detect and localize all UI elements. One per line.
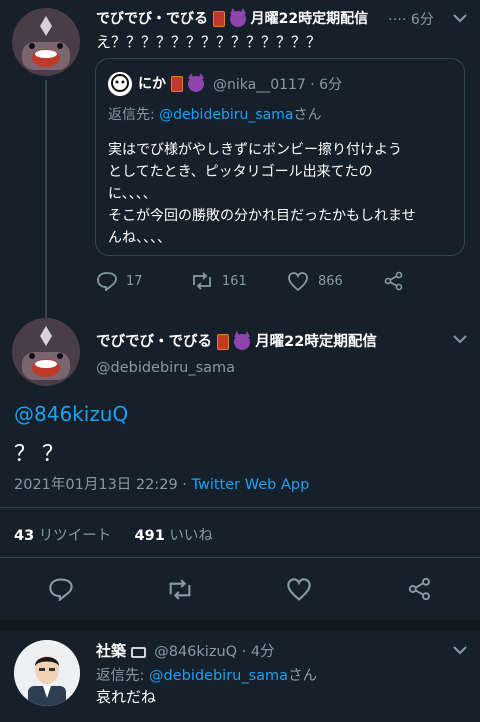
quote-reply-to: 返信先: @debidebiru_samaさん	[108, 104, 321, 124]
thread-line	[45, 80, 47, 320]
reply-to-suffix: さん	[293, 107, 322, 123]
tweet-text: ？？	[14, 442, 71, 467]
ellipsis: …	[388, 8, 402, 24]
quote-author: にか	[138, 73, 204, 93]
retweet-count[interactable]: 43	[14, 528, 34, 544]
heart-icon[interactable]	[287, 272, 309, 292]
quote-line: に、、、、	[108, 186, 157, 202]
author-handle[interactable]: @debidebiru_sama	[96, 360, 235, 376]
retweet-icon[interactable]	[190, 272, 214, 290]
quote-avatar[interactable]	[108, 72, 132, 96]
quote-line: んね、、、、	[108, 230, 171, 246]
reply-icon[interactable]	[96, 271, 118, 291]
tweet-text: え？？？？？？？？？？？？？？	[96, 33, 322, 51]
chevron-down-icon[interactable]	[452, 12, 468, 24]
reply-count: 17	[126, 274, 143, 289]
avatar[interactable]	[14, 640, 80, 706]
badge-icon	[217, 334, 230, 350]
like-count: 866	[318, 274, 343, 289]
chevron-down-icon[interactable]	[452, 333, 468, 345]
author-name: でびでび・でびる	[96, 11, 208, 27]
like-label[interactable]: いいね	[169, 528, 213, 544]
mention-link[interactable]: @846kizuQ	[14, 402, 128, 426]
avatar[interactable]	[12, 318, 80, 386]
retweet-label[interactable]: リツイート	[39, 528, 112, 544]
retweet-count: 161	[222, 274, 247, 289]
heart-icon[interactable]	[286, 578, 312, 602]
chevron-down-icon[interactable]	[452, 644, 468, 656]
reply-to-handle[interactable]: @debidebiru_sama	[149, 668, 288, 684]
tweet-text: 哀れだね	[96, 688, 157, 706]
tweet-timestamp: 2021年01月13日 22:29 · Twitter Web App	[14, 473, 309, 494]
reply-to-prefix: 返信先:	[96, 668, 149, 684]
quote-author-name: にか	[138, 76, 166, 92]
badge-icon	[212, 11, 225, 27]
tweet-time[interactable]: · 6分	[402, 9, 434, 29]
quote-line: としてたとき、ピッタリゴール出来てたの	[108, 164, 373, 180]
quote-line: そこが今回の勝敗の分かれ目だったかもしれませ	[108, 208, 416, 224]
monitor-icon	[130, 646, 146, 658]
share-icon[interactable]	[408, 577, 432, 601]
devil-icon	[229, 8, 246, 27]
divider	[0, 557, 480, 558]
section-divider	[0, 620, 480, 630]
author-name[interactable]: 社築	[96, 642, 126, 660]
handle-time[interactable]: @846kizuQ · 4分	[154, 644, 274, 660]
devil-icon	[234, 331, 251, 350]
source-link[interactable]: Twitter Web App	[192, 477, 310, 493]
share-icon[interactable]	[384, 271, 404, 291]
quoted-tweet[interactable]: にか @nika__0117 · 6分 返信先: @debidebiru_sam…	[95, 58, 465, 256]
reply-to: 返信先: @debidebiru_samaさん	[96, 664, 317, 685]
retweet-icon[interactable]	[166, 579, 194, 600]
reply-to-prefix: 返信先:	[108, 107, 160, 123]
tweet-author[interactable]: でびでび・でびる 月曜22時定期配信	[96, 8, 368, 28]
reply-icon[interactable]	[48, 577, 74, 601]
author-suffix: 月曜22時定期配信	[255, 334, 377, 350]
author-name: でびでび・でびる	[96, 334, 212, 350]
quote-handle: @nika__0117 · 6分	[213, 77, 343, 93]
tweet-stats: 43 リツイート 491 いいね	[14, 524, 213, 545]
reply-header: 社築 @846kizuQ · 4分	[96, 640, 275, 661]
reply-to-suffix: さん	[288, 668, 318, 684]
timestamp-text: 2021年01月13日 22:29 ·	[14, 477, 192, 493]
like-count[interactable]: 491	[135, 528, 165, 544]
devil-icon	[187, 73, 204, 92]
tweet-author[interactable]: でびでび・でびる 月曜22時定期配信	[96, 330, 377, 351]
quote-text: 実はでび様がやしきずにボンビー擦り付けよう としてたとき、ピッタリゴール出来てた…	[108, 139, 460, 249]
divider	[0, 507, 480, 508]
reply-to-handle[interactable]: @debidebiru_sama	[159, 107, 293, 123]
quote-line: 実はでび様がやしきずにボンビー擦り付けよう	[108, 142, 402, 158]
avatar[interactable]	[12, 8, 80, 76]
badge-icon	[170, 76, 183, 92]
author-suffix: 月曜22時定期配信	[250, 11, 369, 27]
